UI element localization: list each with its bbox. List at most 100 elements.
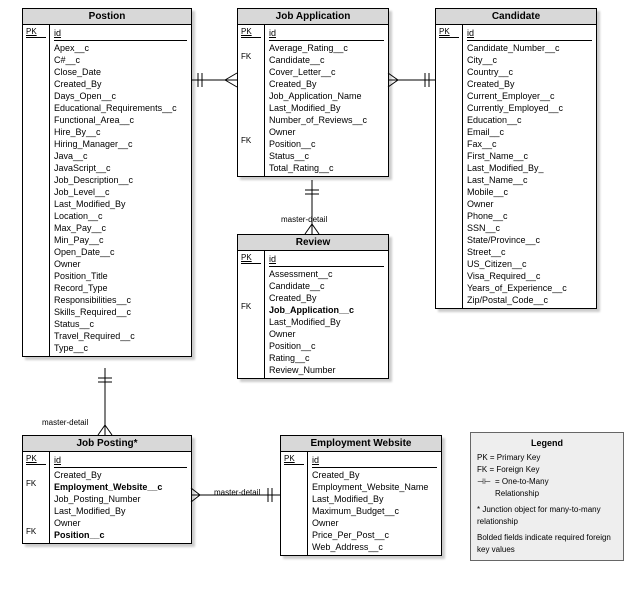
pk-label: PK xyxy=(241,253,261,264)
id-field: id xyxy=(269,253,384,267)
fk-label: FK xyxy=(241,135,261,147)
field: Hiring_Manager__c xyxy=(54,138,187,150)
field: Price_Per_Post__c xyxy=(312,529,437,541)
field: Open_Date__c xyxy=(54,246,187,258)
field: Average_Rating__c xyxy=(269,42,384,54)
field: Position__c xyxy=(269,340,384,352)
field: JavaScript__c xyxy=(54,162,187,174)
pk-label: PK xyxy=(26,454,46,465)
field: Job_Description__c xyxy=(54,174,187,186)
id-field: id xyxy=(467,27,592,41)
field: Candidate_Number__c xyxy=(467,42,592,54)
field: Zip/Postal_Code__c xyxy=(467,294,592,306)
fk-label xyxy=(241,265,261,277)
field: Owner xyxy=(269,328,384,340)
field: Hire_By__c xyxy=(54,126,187,138)
fk-label xyxy=(26,502,46,514)
field: Total_Rating__c xyxy=(269,162,384,174)
fk-label xyxy=(241,111,261,123)
id-field: id xyxy=(54,454,187,468)
entity-employment-website: Employment Website PK id Created_ByEmplo… xyxy=(280,435,442,556)
field: Created_By xyxy=(269,292,384,304)
fk-label xyxy=(241,147,261,159)
field: Created_By xyxy=(269,78,384,90)
field: State/Province__c xyxy=(467,234,592,246)
field: Type__c xyxy=(54,342,187,354)
field: Rating__c xyxy=(269,352,384,364)
field: Owner xyxy=(54,517,187,529)
fk-label xyxy=(26,514,46,526)
field: Record_Type xyxy=(54,282,187,294)
fk-label xyxy=(241,99,261,111)
field: Assessment__c xyxy=(269,268,384,280)
fk-label xyxy=(241,87,261,99)
field: Position__c xyxy=(54,529,187,541)
field: Close_Date xyxy=(54,66,187,78)
legend-rel2: Relationship xyxy=(477,488,617,500)
field: Last_Modified_By xyxy=(269,102,384,114)
entity-title: Postion xyxy=(23,9,191,25)
field: Location__c xyxy=(54,210,187,222)
rel-label-md: master-detail xyxy=(214,488,260,497)
field: Skills_Required__c xyxy=(54,306,187,318)
legend-box: Legend PK = Primary Key FK = Foreign Key… xyxy=(470,432,624,561)
field: Min_Pay__c xyxy=(54,234,187,246)
id-field: id xyxy=(269,27,384,41)
field: Travel_Required__c xyxy=(54,330,187,342)
fk-label xyxy=(26,466,46,478)
entity-title: Job Posting* xyxy=(23,436,191,452)
field: Last_Modified_By_ xyxy=(467,162,592,174)
field: Job_Level__c xyxy=(54,186,187,198)
field: Job_Posting_Number xyxy=(54,493,187,505)
field: Owner xyxy=(269,126,384,138)
field: Number_of_Reviews__c xyxy=(269,114,384,126)
field: Maximum_Budget__c xyxy=(312,505,437,517)
field: Candidate__c xyxy=(269,54,384,66)
field: Mobile__c xyxy=(467,186,592,198)
field: Email__c xyxy=(467,126,592,138)
fk-label xyxy=(241,337,261,349)
pk-label: PK xyxy=(439,27,459,38)
field: C#__c xyxy=(54,54,187,66)
field: Responsibilities__c xyxy=(54,294,187,306)
entity-review: Review PKFK id Assessment__cCandidate__c… xyxy=(237,234,389,379)
fk-label xyxy=(241,39,261,51)
field: Last_Modified_By xyxy=(269,316,384,328)
field: Cover_Letter__c xyxy=(269,66,384,78)
field: Functional_Area__c xyxy=(54,114,187,126)
field: Max_Pay__c xyxy=(54,222,187,234)
fk-label xyxy=(241,63,261,75)
field: Educational_Requirements__c xyxy=(54,102,187,114)
rel-label-md: master-detail xyxy=(42,418,88,427)
legend-title: Legend xyxy=(477,437,617,449)
field: Position__c xyxy=(269,138,384,150)
entity-title: Employment Website xyxy=(281,436,441,452)
field: Employment_Website_Name xyxy=(312,481,437,493)
field: Apex__c xyxy=(54,42,187,54)
field: Created_By xyxy=(467,78,592,90)
entity-title: Candidate xyxy=(436,9,596,25)
field: Fax__c xyxy=(467,138,592,150)
fk-label xyxy=(241,289,261,301)
field: Job_Application_Name xyxy=(269,90,384,102)
field: US_Citizen__c xyxy=(467,258,592,270)
field: Current_Employer__c xyxy=(467,90,592,102)
fk-label xyxy=(241,75,261,87)
id-field: id xyxy=(312,454,437,468)
field: Review_Number xyxy=(269,364,384,376)
entity-position: Postion PK id Apex__cC#__cClose_DateCrea… xyxy=(22,8,192,357)
field: Candidate__c xyxy=(269,280,384,292)
entity-candidate: Candidate PK id Candidate_Number__cCity_… xyxy=(435,8,597,309)
field: Created_By xyxy=(54,469,187,481)
entity-job-application: Job Application PKFKFK id Average_Rating… xyxy=(237,8,389,177)
fk-label xyxy=(241,277,261,289)
fk-label xyxy=(26,490,46,502)
fk-label: FK xyxy=(241,301,261,313)
fk-label: FK xyxy=(26,526,46,538)
field: Position_Title xyxy=(54,270,187,282)
fk-label xyxy=(241,123,261,135)
field: Street__c xyxy=(467,246,592,258)
entity-job-posting: Job Posting* PKFKFK id Created_ByEmploym… xyxy=(22,435,192,544)
legend-junction: * Junction object for many-to-many relat… xyxy=(477,504,617,528)
field: City__c xyxy=(467,54,592,66)
